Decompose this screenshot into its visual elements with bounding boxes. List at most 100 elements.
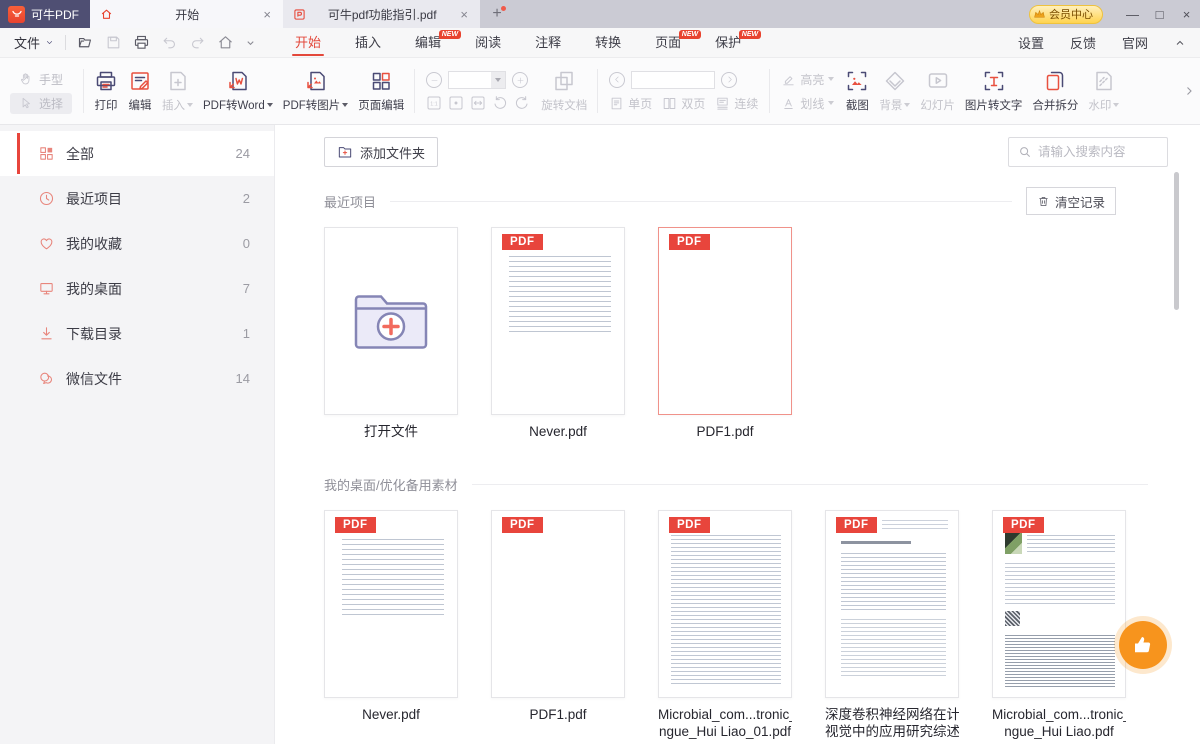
fit-page-icon: [448, 95, 464, 111]
item-count: 14: [236, 371, 250, 386]
tab-document[interactable]: 可牛pdf功能指引.pdf ×: [283, 0, 480, 28]
card-never-pdf[interactable]: PDF Never.pdf: [324, 510, 458, 740]
document-preview: [1027, 535, 1115, 553]
item-count: 2: [243, 191, 250, 206]
card-label: 深度卷积神经网络在计算机: [825, 706, 959, 723]
insert-page-icon: [166, 69, 190, 93]
menu-tab-read[interactable]: 阅读: [458, 28, 518, 58]
card-label: PDF1.pdf: [491, 706, 625, 723]
divider: [769, 69, 770, 113]
card-open-file[interactable]: 打开文件: [324, 227, 458, 440]
watermark-button: 水印: [1083, 69, 1124, 113]
add-folder-button[interactable]: 添加文件夹: [324, 137, 438, 167]
recent-cards: 打开文件 PDF Never.pdf PDF PDF1.pdf: [324, 227, 1168, 440]
card-cnn-survey-pdf[interactable]: PDF 深度卷积神经网络在计算机 视觉中的应用研究综述_卢宏: [825, 510, 959, 740]
print-button[interactable]: 打印: [89, 69, 123, 113]
card-microbial-01-pdf[interactable]: PDF Microbial_com...tronic_to ngue_Hui L…: [658, 510, 792, 740]
card-microbial-pdf[interactable]: PDF Microbial_com...tronic_to ngue_Hui L…: [992, 510, 1126, 740]
printer-icon: [94, 69, 118, 93]
tab-document-close-icon[interactable]: ×: [458, 7, 470, 22]
hand-icon: [19, 72, 33, 86]
menu-tabs: 开始 插入 编辑NEW 阅读 注释 转换 页面NEW 保护NEW: [278, 28, 758, 58]
feedback-link[interactable]: 反馈: [1070, 33, 1096, 52]
file-menu[interactable]: 文件: [14, 33, 54, 52]
search-input[interactable]: [1038, 145, 1153, 159]
scrollbar-thumb[interactable]: [1174, 172, 1179, 310]
sidebar-item-favorites[interactable]: 我的收藏 0: [0, 221, 274, 266]
sidebar-item-wechat[interactable]: 微信文件 14: [0, 356, 274, 401]
search-box[interactable]: [1008, 137, 1168, 167]
sidebar-item-downloads[interactable]: 下载目录 1: [0, 311, 274, 356]
document-preview: [509, 256, 611, 336]
underline-button: 划线: [781, 95, 834, 112]
menu-tab-annotate[interactable]: 注释: [518, 28, 578, 58]
card-never-pdf[interactable]: PDF Never.pdf: [491, 227, 625, 440]
single-page-icon: [609, 96, 624, 111]
folder-add-icon: [337, 144, 353, 160]
wechat-icon: [38, 370, 55, 387]
menu-tab-insert[interactable]: 插入: [338, 28, 398, 58]
print-icon[interactable]: [133, 34, 150, 51]
file-menu-label: 文件: [14, 33, 40, 52]
clear-history-button[interactable]: 清空记录: [1026, 187, 1116, 215]
sidebar-item-all[interactable]: 全部 24: [0, 131, 274, 176]
edit-button[interactable]: 编辑: [123, 69, 157, 113]
sidebar-item-desktop[interactable]: 我的桌面 7: [0, 266, 274, 311]
trash-icon: [1037, 195, 1050, 208]
toolbar-overflow-button[interactable]: [1180, 58, 1198, 124]
hand-tool-button: 手型: [10, 69, 72, 90]
pdf-badge: PDF: [669, 234, 710, 250]
settings-link[interactable]: 设置: [1018, 33, 1044, 52]
new-tab-button[interactable]: +: [480, 0, 514, 28]
highlight-button: 高亮: [781, 71, 834, 88]
divider: [414, 69, 415, 113]
pdf-to-image-button[interactable]: PDF转图片: [278, 69, 354, 113]
maximize-button[interactable]: □: [1146, 0, 1173, 28]
two-page-view-button: 双页: [662, 95, 705, 112]
document-thumbnail: [1005, 533, 1022, 554]
app-window: 可牛PDF 开始 × 可牛pdf功能指引.pdf × + 会员中心 — □ × …: [0, 0, 1200, 744]
next-page-icon: [721, 72, 737, 88]
sidebar-item-recent[interactable]: 最近项目 2: [0, 176, 274, 221]
menu-tab-convert[interactable]: 转换: [578, 28, 638, 58]
image-to-text-button[interactable]: 图片转文字: [960, 69, 1028, 113]
merge-split-button[interactable]: 合并拆分: [1027, 69, 1083, 113]
feedback-like-button[interactable]: [1119, 621, 1167, 669]
chevron-right-icon: [1183, 85, 1195, 97]
vip-member-center-button[interactable]: 会员中心: [1029, 5, 1103, 24]
menu-tab-edit[interactable]: 编辑NEW: [398, 28, 458, 58]
website-link[interactable]: 官网: [1122, 33, 1148, 52]
menu-tab-page[interactable]: 页面NEW: [638, 28, 698, 58]
rotate-document-button: 旋转文档: [536, 69, 592, 113]
chevron-down-icon: [45, 38, 54, 47]
screenshot-button[interactable]: 截图: [840, 69, 874, 113]
close-button[interactable]: ×: [1173, 0, 1200, 28]
background-button: 背景: [874, 69, 915, 113]
tab-home[interactable]: 开始 ×: [90, 0, 283, 28]
page-edit-button[interactable]: 页面编辑: [353, 69, 409, 113]
card-label: PDF1.pdf: [658, 423, 792, 440]
grid-icon: [38, 145, 55, 162]
card-pdf1-pdf[interactable]: PDF PDF1.pdf: [491, 510, 625, 740]
highlight-pen-icon: [781, 72, 796, 87]
card-label-line2: ngue_Hui Liao_01.pdf: [658, 723, 792, 740]
single-page-view-button: 单页: [609, 95, 652, 112]
tab-home-close-icon[interactable]: ×: [261, 7, 273, 22]
home-shortcut-icon[interactable]: [217, 34, 234, 51]
menu-tab-protect[interactable]: 保护NEW: [698, 28, 758, 58]
zoom-out-icon: [426, 72, 442, 88]
previous-page-icon: [609, 72, 625, 88]
title-bar: 可牛PDF 开始 × 可牛pdf功能指引.pdf × + 会员中心 — □ ×: [0, 0, 1200, 28]
toolbar: 手型 选择 打印 编辑 插入 PDF转Word PDF转图片: [0, 58, 1200, 125]
menu-tab-home[interactable]: 开始: [278, 28, 338, 58]
pdf-to-word-button[interactable]: PDF转Word: [198, 69, 278, 113]
minimize-button[interactable]: —: [1119, 0, 1146, 28]
monitor-icon: [38, 280, 55, 297]
card-pdf1-pdf[interactable]: PDF PDF1.pdf: [658, 227, 792, 440]
card-label: Never.pdf: [491, 423, 625, 440]
collapse-ribbon-icon[interactable]: [1174, 37, 1186, 49]
toolbar-options-icon[interactable]: [245, 37, 256, 48]
search-icon: [1018, 145, 1032, 159]
open-file-icon[interactable]: [77, 34, 94, 51]
tab-home-label: 开始: [119, 6, 255, 23]
